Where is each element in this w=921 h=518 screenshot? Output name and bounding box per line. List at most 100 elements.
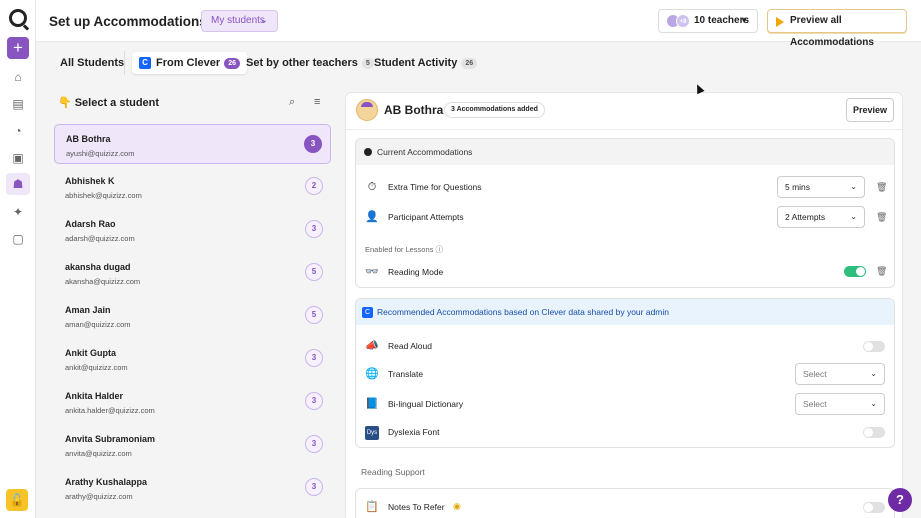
translate-placeholder: Select xyxy=(803,369,827,379)
current-accommodations-card: Current Accommodations ⏱ Extra Time for … xyxy=(355,138,895,288)
student-scope-value: My students xyxy=(211,15,265,26)
participant-icon: 👤 xyxy=(365,211,379,223)
student-row[interactable]: Abhishek K abhishek@quizizz.com 2 xyxy=(54,167,331,207)
tab-count-badge: 26 xyxy=(461,58,478,69)
participant-attempts-label: Participant Attempts xyxy=(388,212,464,222)
chevron-down-icon: ⌄ xyxy=(850,182,857,191)
check-circle-icon xyxy=(364,148,372,156)
reading-mode-toggle[interactable] xyxy=(844,266,866,277)
student-name: Aman Jain xyxy=(65,305,111,315)
dyslexia-font-row: Dys Dyslexia Font xyxy=(365,421,885,443)
student-name: Ankita Halder xyxy=(65,391,124,401)
filter-icon[interactable]: ≡ xyxy=(314,96,320,108)
clever-icon: C xyxy=(362,307,373,318)
unlock-icon[interactable]: 🔓 xyxy=(6,489,28,511)
preview-all-label: Preview all Accommodations xyxy=(790,15,874,48)
info-icon: ⓘ xyxy=(435,245,443,254)
selected-student-name: AB Bothra xyxy=(384,103,444,117)
recommended-accommodations-title: Recommended Accommodations based on Clev… xyxy=(377,307,669,317)
participant-attempts-select[interactable]: 2 Attempts ⌄ xyxy=(777,206,865,228)
student-list-title: Select a student xyxy=(74,97,160,109)
student-email: adarsh@quizizz.com xyxy=(65,234,135,243)
pointing-down-icon: 👇 xyxy=(58,97,72,109)
accommodations-icon[interactable]: ☗ xyxy=(6,173,30,195)
student-scope-select[interactable]: My students ⌄ xyxy=(201,10,278,32)
student-row[interactable]: Anvita Subramoniam anvita@quizizz.com 3 xyxy=(54,425,331,465)
premium-icon: ◉ xyxy=(453,501,461,511)
tab-label: From Clever xyxy=(156,57,221,69)
home-icon[interactable]: ⌂ xyxy=(10,69,26,85)
dyslexia-font-icon: Dys xyxy=(365,426,379,440)
translate-icon: 🌐 xyxy=(365,368,379,380)
teacher-count-badge: +8 xyxy=(676,14,690,28)
student-name: AB Bothra xyxy=(66,134,111,144)
tab-label: Student Activity xyxy=(374,57,458,69)
student-row[interactable]: akansha dugad akansha@quizizz.com 5 xyxy=(54,253,331,293)
trash-icon[interactable]: 🗑 xyxy=(876,213,887,222)
chevron-down-icon: ⌄ xyxy=(870,399,877,408)
preview-all-accommodations-button[interactable]: Preview all Accommodations xyxy=(767,9,907,48)
teachers-dropdown[interactable]: +8 10 teachers ▼ xyxy=(658,9,758,33)
search-icon[interactable]: ⌕ xyxy=(289,96,295,109)
help-button[interactable]: ? xyxy=(888,488,912,512)
panel-divider xyxy=(346,129,902,130)
student-row[interactable]: Adarsh Rao adarsh@quizizz.com 3 xyxy=(54,210,331,250)
quizizz-logo-icon[interactable] xyxy=(9,9,27,27)
accommodation-count-badge: 5 xyxy=(305,306,323,324)
student-row[interactable]: AB Bothra ayushi@quizizz.com 3 xyxy=(54,124,331,164)
page-header: Set up Accommodations for My students ⌄ … xyxy=(36,0,921,48)
student-row[interactable]: Ankit Gupta ankit@quizizz.com 3 xyxy=(54,339,331,379)
library-icon[interactable]: ▤ xyxy=(10,96,26,112)
tab-count-badge: 26 xyxy=(224,58,240,69)
extra-time-label: Extra Time for Questions xyxy=(388,182,482,192)
bilingual-dictionary-select[interactable]: Select ⌄ xyxy=(795,393,885,415)
student-row[interactable]: Ankita Halder ankita.halder@quizizz.com … xyxy=(54,382,331,422)
glasses-icon: 👓 xyxy=(365,266,379,278)
classes-icon[interactable]: ▣ xyxy=(10,150,26,166)
recommended-accommodations-header: C Recommended Accommodations based on Cl… xyxy=(356,299,894,325)
tab-label: All Students xyxy=(60,57,125,69)
student-email: ankita.halder@quizizz.com xyxy=(65,406,155,415)
trash-icon[interactable]: 🗑 xyxy=(876,267,887,276)
extra-time-value: 5 mins xyxy=(785,182,811,192)
reports-icon[interactable]: ◔ xyxy=(10,123,26,139)
tab-from-clever[interactable]: C From Clever 26 xyxy=(132,52,247,74)
accommodation-count-badge: 3 xyxy=(304,135,322,153)
student-avatar xyxy=(356,99,378,121)
notes-to-refer-toggle[interactable] xyxy=(863,502,885,513)
tab-label: Set by other teachers xyxy=(246,57,358,69)
preview-button[interactable]: Preview xyxy=(846,98,894,122)
tab-set-by-other-teachers[interactable]: Set by other teachers 5 xyxy=(246,52,374,74)
play-icon xyxy=(776,17,784,27)
student-row[interactable]: Arathy Kushalappa arathy@quizizz.com 3 xyxy=(54,468,331,508)
caret-down-icon: ▼ xyxy=(740,16,748,25)
read-aloud-toggle[interactable] xyxy=(863,341,885,352)
extra-time-select[interactable]: 5 mins ⌄ xyxy=(777,176,865,198)
student-name: Adarsh Rao xyxy=(65,219,116,229)
translate-select[interactable]: Select ⌄ xyxy=(795,363,885,385)
accommodation-count-badge: 3 xyxy=(305,435,323,453)
reading-support-card: 📋 Notes To Refer ◉ xyxy=(355,488,895,518)
stopwatch-icon: ⏱ xyxy=(367,181,377,193)
accommodation-count-badge: 3 xyxy=(305,478,323,496)
reading-mode-row: 👓 Reading Mode xyxy=(365,261,885,283)
current-accommodations-header: Current Accommodations xyxy=(356,139,894,165)
tab-count-badge: 5 xyxy=(361,58,374,69)
student-row[interactable]: Aman Jain aman@quizizz.com 5 xyxy=(54,296,331,336)
tab-student-activity[interactable]: Student Activity 26 xyxy=(374,52,478,74)
chevron-down-icon: ⌄ xyxy=(850,212,857,221)
student-accommodations-panel: AB Bothra 3 Accommodations added Preview… xyxy=(345,92,903,518)
create-button[interactable]: + xyxy=(7,37,29,59)
student-email: arathy@quizizz.com xyxy=(65,492,133,501)
tab-all-students[interactable]: All Students xyxy=(60,52,124,74)
trash-icon[interactable]: 🗑 xyxy=(876,183,887,192)
accommodations-added-badge: 3 Accommodations added xyxy=(444,102,545,118)
enabled-for-lessons-text: Enabled for Lessons xyxy=(365,245,434,254)
feedback-icon[interactable]: ▢ xyxy=(10,231,26,247)
student-email: ayushi@quizizz.com xyxy=(66,149,135,158)
notes-to-refer-row: 📋 Notes To Refer ◉ xyxy=(365,496,885,518)
student-name: Abhishek K xyxy=(65,176,115,186)
dyslexia-font-toggle[interactable] xyxy=(863,427,885,438)
ai-tools-icon[interactable]: ✦ xyxy=(10,204,26,220)
student-name: akansha dugad xyxy=(65,262,131,272)
